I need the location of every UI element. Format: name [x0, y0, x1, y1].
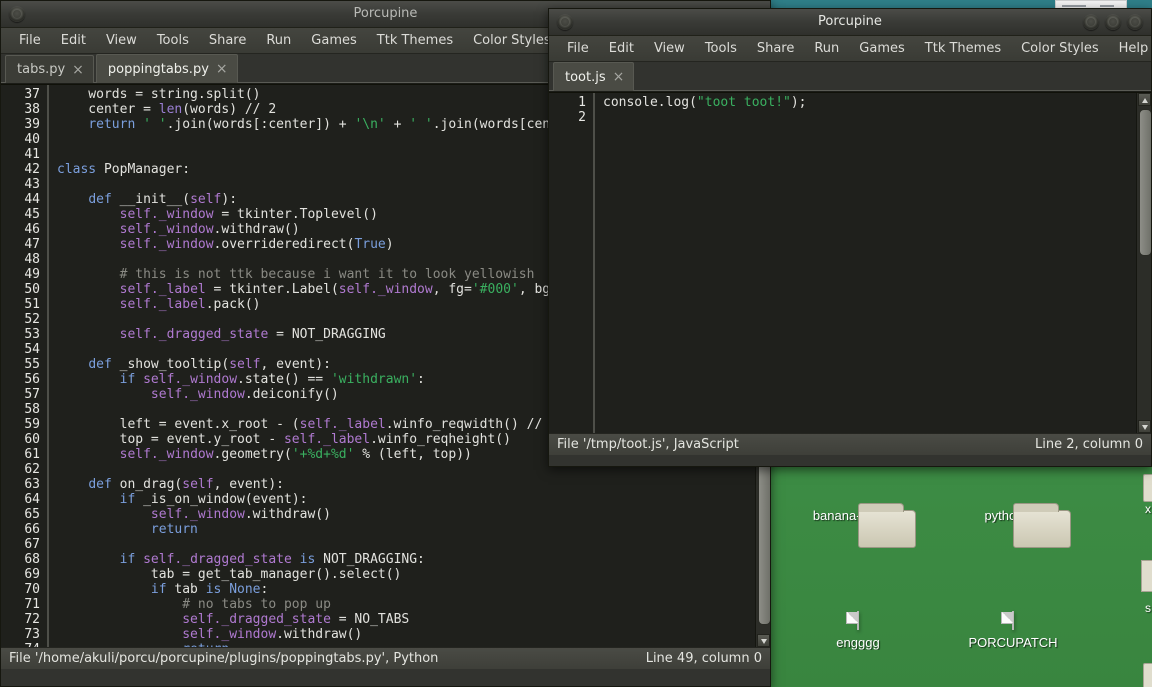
- menu-tools[interactable]: Tools: [695, 38, 747, 59]
- close-button[interactable]: [1127, 14, 1143, 30]
- menu-edit[interactable]: Edit: [51, 30, 96, 51]
- desktop-edge-label-s: s: [1145, 601, 1151, 615]
- menu-tools[interactable]: Tools: [147, 30, 199, 51]
- menu-color-styles[interactable]: Color Styles: [1011, 38, 1109, 59]
- scroll-down-arrow[interactable]: [757, 634, 770, 647]
- minimize-button[interactable]: [1083, 14, 1099, 30]
- scroll-up-arrow[interactable]: [1138, 93, 1151, 106]
- window2-tabbar: toot.js ×: [549, 62, 1151, 92]
- tab-tabs-py[interactable]: tabs.py ×: [5, 55, 94, 83]
- menu-share[interactable]: Share: [199, 30, 257, 51]
- menu-games[interactable]: Games: [849, 38, 914, 59]
- status-file-path: File '/home/akuli/porcu/porcupine/plugin…: [9, 651, 439, 666]
- window1-statusbar: File '/home/akuli/porcu/porcupine/plugin…: [1, 647, 770, 669]
- menu-file[interactable]: File: [557, 38, 599, 59]
- desktop-icon-partial-bottom[interactable]: [1143, 663, 1152, 687]
- menu-view[interactable]: View: [644, 38, 695, 59]
- close-icon[interactable]: ×: [216, 62, 228, 76]
- window2-titlebar[interactable]: Porcupine: [549, 9, 1151, 36]
- tab-toot-js[interactable]: toot.js ×: [553, 62, 635, 91]
- menu-ttk-themes[interactable]: Ttk Themes: [367, 30, 463, 51]
- window2-editor: 1 2 console.log("toot toot!");: [549, 92, 1151, 433]
- window2-menubar: File Edit View Tools Share Run Games Ttk…: [549, 36, 1151, 62]
- menu-help[interactable]: Help: [1109, 38, 1152, 59]
- tab-poppingtabs-py[interactable]: poppingtabs.py ×: [95, 54, 238, 83]
- scroll-down-arrow[interactable]: [1138, 420, 1151, 433]
- editor-vertical-scrollbar[interactable]: [1136, 93, 1151, 433]
- status-cursor-position: Line 2, column 0: [1034, 437, 1143, 452]
- desktop-edge-label-x: x: [1145, 502, 1151, 516]
- text-file-icon: diff inde --- ...: [958, 611, 1068, 630]
- desktop-icon-pythonbot[interactable]: pythonbot: [958, 503, 1071, 548]
- menu-ttk-themes[interactable]: Ttk Themes: [915, 38, 1011, 59]
- menu-edit[interactable]: Edit: [599, 38, 644, 59]
- menu-games[interactable]: Games: [301, 30, 366, 51]
- text-file-icon: my a 4) l 6) t 8): [803, 611, 913, 630]
- code-text-area[interactable]: console.log("toot toot!");: [595, 93, 1136, 433]
- porcupine-window-foreground[interactable]: Porcupine File Edit View Tools Share Run…: [548, 8, 1152, 467]
- screen: banana-themes pythonbot my a 4) l 6) t 8…: [0, 0, 1152, 687]
- menu-share[interactable]: Share: [747, 38, 805, 59]
- tab-label: poppingtabs.py: [107, 61, 209, 77]
- status-file-path: File '/tmp/toot.js', JavaScript: [557, 437, 739, 452]
- line-number-gutter: 1 2: [549, 93, 595, 433]
- tab-label: tabs.py: [17, 62, 66, 77]
- tab-label: toot.js: [565, 69, 606, 85]
- window2-title: Porcupine: [818, 14, 882, 29]
- desktop-icon-label: engggg: [836, 635, 880, 650]
- window2-statusbar: File '/tmp/toot.js', JavaScript Line 2, …: [549, 433, 1151, 455]
- desktop-icon-porcupatch[interactable]: diff inde --- ... PORCUPATCH: [958, 611, 1068, 650]
- close-icon[interactable]: ×: [613, 70, 625, 84]
- menu-file[interactable]: File: [9, 30, 51, 51]
- menu-color-styles[interactable]: Color Styles: [463, 30, 561, 51]
- maximize-button[interactable]: [1105, 14, 1121, 30]
- desktop-icon-engggg[interactable]: my a 4) l 6) t 8) engggg: [803, 611, 913, 650]
- desktop-icon-partial-top[interactable]: [1143, 474, 1152, 502]
- menu-run[interactable]: Run: [256, 30, 301, 51]
- menu-run[interactable]: Run: [804, 38, 849, 59]
- scrollbar-thumb[interactable]: [1139, 109, 1151, 256]
- desktop-icon-label: PORCUPATCH: [968, 635, 1058, 650]
- desktop-icon-partial-middle[interactable]: [1141, 560, 1152, 592]
- tabbar-filler: [636, 64, 1151, 91]
- desktop-icon-banana-themes[interactable]: banana-themes: [803, 503, 916, 548]
- status-cursor-position: Line 49, column 0: [645, 651, 762, 666]
- line-number-gutter: 37 38 39 40 41 42 43 44 45 46 47 48 49 5…: [1, 85, 49, 647]
- close-icon[interactable]: ×: [72, 63, 84, 77]
- menu-view[interactable]: View: [96, 30, 147, 51]
